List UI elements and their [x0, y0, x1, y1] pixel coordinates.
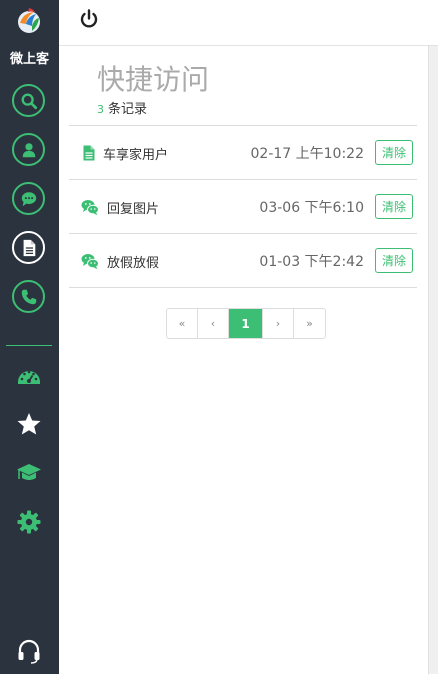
sidebar-item-chat[interactable] — [12, 182, 45, 215]
sidebar-item-phone[interactable] — [12, 280, 45, 313]
sidebar-item-favorites[interactable] — [14, 410, 44, 438]
page-title: 快捷访问 — [97, 63, 210, 96]
list-item[interactable]: 车享家用户 02-17 上午10:22 清除 — [69, 126, 417, 180]
list-item-time: 02-17 上午10:22 — [250, 146, 364, 162]
sidebar-item-dashboard[interactable] — [14, 362, 44, 390]
search-icon — [21, 93, 37, 109]
list-item[interactable]: 回复图片 03-06 下午6:10 清除 — [69, 180, 417, 234]
list-item-name[interactable]: 回复图片 — [107, 198, 159, 217]
main-content: 快捷访问 3 条记录 车享家用户 02-17 上午10:22 清除 回复图片 0… — [59, 46, 428, 674]
wechat-icon — [81, 253, 99, 269]
app: 微上客 快捷访问 3 条记录 车享家用户 02-17 上午10:22 清除 回复… — [0, 0, 438, 674]
chat-icon — [21, 191, 36, 206]
sidebar-item-documents[interactable] — [12, 231, 45, 264]
logo-icon[interactable] — [15, 6, 43, 36]
brand-name: 微上客 — [9, 52, 49, 67]
dashboard-icon — [18, 370, 40, 384]
document-icon — [23, 239, 35, 256]
phone-icon — [21, 289, 36, 304]
gear-icon — [17, 510, 41, 534]
pagination-first[interactable]: « — [167, 309, 198, 338]
clear-button[interactable]: 清除 — [375, 248, 413, 273]
sidebar-item-settings[interactable] — [14, 508, 44, 536]
sidebar-item-learning[interactable] — [14, 459, 44, 487]
sidebar-item-contacts[interactable] — [12, 133, 45, 166]
user-icon — [22, 142, 35, 157]
sidebar: 微上客 — [0, 0, 59, 674]
scrollbar[interactable] — [428, 46, 438, 674]
sidebar-item-support[interactable] — [14, 637, 44, 665]
record-count-number: 3 — [97, 103, 104, 116]
list-item[interactable]: 放假放假 01-03 下午2:42 清除 — [69, 234, 417, 288]
pagination: « ‹ 1 › » — [166, 308, 326, 339]
wechat-icon — [81, 199, 99, 215]
sidebar-item-search[interactable] — [12, 84, 45, 117]
document-icon — [81, 145, 97, 161]
sidebar-divider — [6, 345, 52, 346]
star-icon — [17, 413, 41, 435]
record-count-label: 条记录 — [108, 102, 148, 117]
record-count: 3 条记录 — [97, 98, 147, 117]
pagination-prev[interactable]: ‹ — [198, 309, 229, 338]
pagination-next[interactable]: › — [263, 309, 294, 338]
list-item-name[interactable]: 车享家用户 — [103, 144, 168, 163]
list-item-time: 03-06 下午6:10 — [259, 200, 364, 216]
graduation-cap-icon — [17, 464, 41, 480]
list-item-time: 01-03 下午2:42 — [259, 254, 364, 270]
list-item-name[interactable]: 放假放假 — [107, 252, 159, 271]
clear-button[interactable]: 清除 — [375, 194, 413, 219]
clear-button[interactable]: 清除 — [375, 140, 413, 165]
pagination-current-page[interactable]: 1 — [229, 309, 263, 338]
top-bar — [59, 0, 438, 46]
pagination-last[interactable]: » — [294, 309, 325, 338]
quick-access-list: 车享家用户 02-17 上午10:22 清除 回复图片 03-06 下午6:10… — [69, 125, 417, 288]
headset-icon — [18, 639, 40, 664]
power-icon[interactable] — [79, 9, 99, 29]
